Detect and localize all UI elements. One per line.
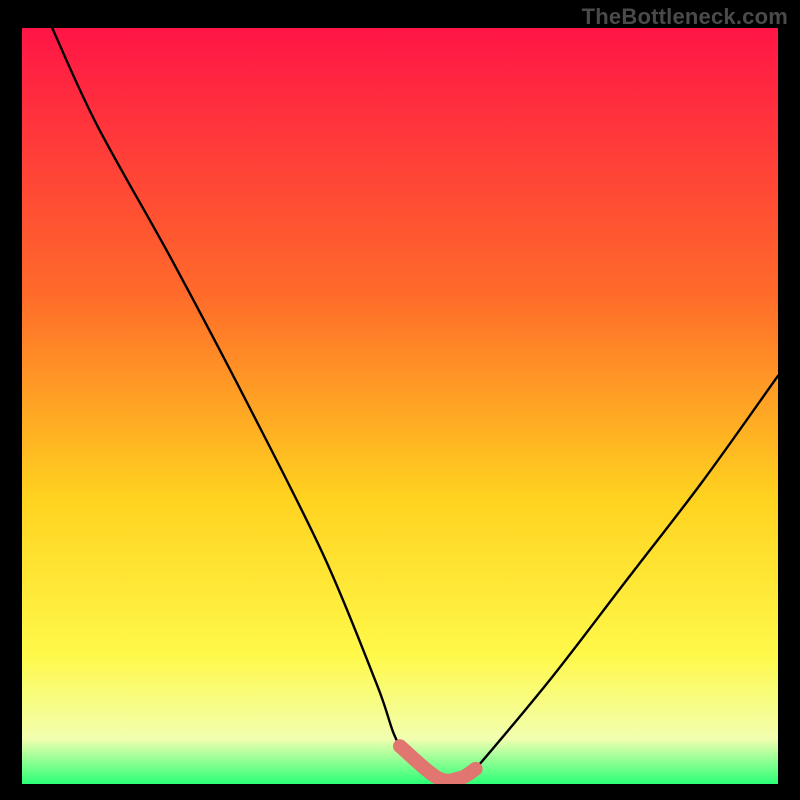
gradient-background xyxy=(22,28,778,784)
watermark-text: TheBottleneck.com xyxy=(582,4,788,30)
chart-frame: TheBottleneck.com xyxy=(0,0,800,800)
plot-area xyxy=(22,28,778,784)
bottleneck-chart xyxy=(22,28,778,784)
